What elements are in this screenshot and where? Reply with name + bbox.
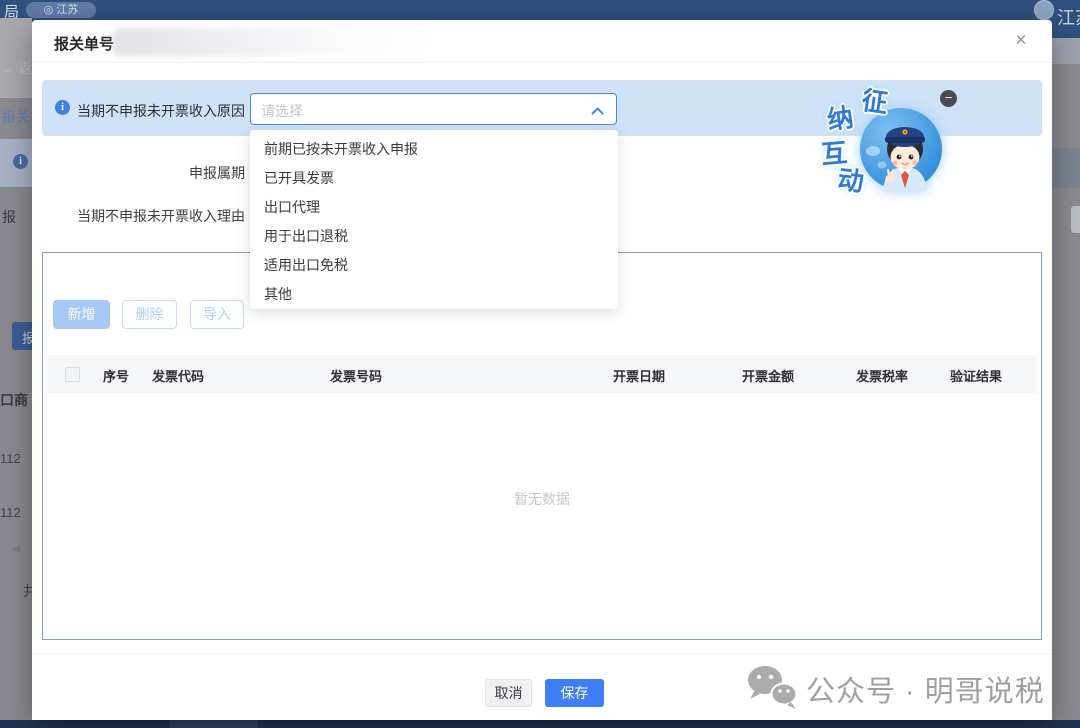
background-table-header-fragment: 口商 (0, 390, 32, 410)
cancel-button[interactable]: 取消 (485, 679, 532, 707)
dropdown-option-export-agent[interactable]: 出口代理 (250, 193, 618, 222)
select-all-checkbox[interactable] (65, 367, 80, 382)
tax-officer-mascot-icon (859, 107, 943, 191)
background-input-fragment (1071, 206, 1080, 233)
user-name-fragment: 江苏 (1057, 4, 1080, 30)
redacted-declaration-number (112, 28, 432, 56)
background-label-fragment: 报关 (2, 207, 17, 227)
empty-data-text: 暂无数据 (42, 489, 1042, 509)
bottom-bar-segment (170, 720, 258, 728)
reason-dropdown-panel: 前期已按未开票收入申报 已开具发票 出口代理 用于出口退税 适用出口免税 其他 (250, 130, 618, 309)
wechat-icon (746, 664, 800, 712)
background-button-fragment: 报 (12, 322, 32, 350)
dimmed-background-right (1052, 38, 1080, 720)
chevron-up-icon (591, 107, 604, 115)
background-tab-fragment: 报关单 (2, 107, 32, 127)
col-header-tax-rate: 发票税率 (856, 366, 908, 385)
filing-period-label: 申报属期 (32, 163, 245, 183)
col-header-verify-result: 验证结果 (950, 366, 1002, 385)
mascot-minimize-button[interactable]: − (940, 90, 957, 107)
dropdown-option-reported-previously[interactable]: 前期已按未开票收入申报 (250, 135, 618, 164)
import-button[interactable]: 导入 (190, 300, 244, 329)
dialog-title: 报关单号 (54, 33, 114, 54)
dimmed-background-right-block (1052, 148, 1080, 188)
col-header-invoice-code: 发票代码 (152, 366, 204, 385)
dropdown-option-export-tax-exempt[interactable]: 适用出口免税 (250, 251, 618, 280)
mascot-char-zheng: 征 (860, 80, 891, 120)
pagination-prev-icon: ◀ (12, 542, 20, 555)
reason-banner-label: 当期不申报未开票收入原因 (77, 101, 245, 121)
background-total-fragment: 共 (23, 581, 32, 601)
screen: 局 ◎ 江苏 江苏 ← 返 报关单 i 报关 报 口商 112 112 ◀ 共 … (0, 0, 1080, 728)
user-avatar-icon (1034, 0, 1054, 20)
reason-select[interactable]: 请选择 (250, 93, 617, 125)
mascot-char-na: 纳 (825, 97, 856, 137)
mascot-char-dong: 动 (836, 159, 866, 199)
save-button[interactable]: 保存 (545, 679, 604, 707)
col-header-amount: 开票金额 (742, 366, 794, 385)
col-header-seq: 序号 (103, 366, 129, 385)
dropdown-option-invoice-issued[interactable]: 已开具发票 (250, 164, 618, 193)
footer-divider (32, 654, 1052, 655)
info-icon: i (13, 154, 28, 169)
col-header-issue-date: 开票日期 (613, 366, 665, 385)
dimmed-background-right-block (1052, 38, 1080, 64)
title-divider (32, 62, 1052, 63)
watermark-text: 公众号 · 明哥说税 (806, 668, 1045, 710)
close-icon[interactable]: × (1008, 28, 1034, 54)
col-header-invoice-number: 发票号码 (330, 366, 382, 385)
info-icon: i (55, 100, 70, 115)
dropdown-option-other[interactable]: 其他 (250, 280, 618, 309)
back-link-fragment: ← 返 (2, 58, 32, 77)
add-button[interactable]: 新增 (53, 300, 110, 329)
dropdown-option-export-tax-refund[interactable]: 用于出口退税 (250, 222, 618, 251)
select-placeholder: 请选择 (261, 101, 303, 121)
background-row-value: 112 (0, 451, 21, 466)
bottom-bar (0, 720, 1080, 728)
background-row-value: 112 (0, 505, 21, 520)
region-pill: ◎ 江苏 (26, 2, 96, 18)
delete-button[interactable]: 删除 (122, 300, 177, 329)
reason-text-label: 当期不申报未开票收入理由 (32, 206, 245, 226)
